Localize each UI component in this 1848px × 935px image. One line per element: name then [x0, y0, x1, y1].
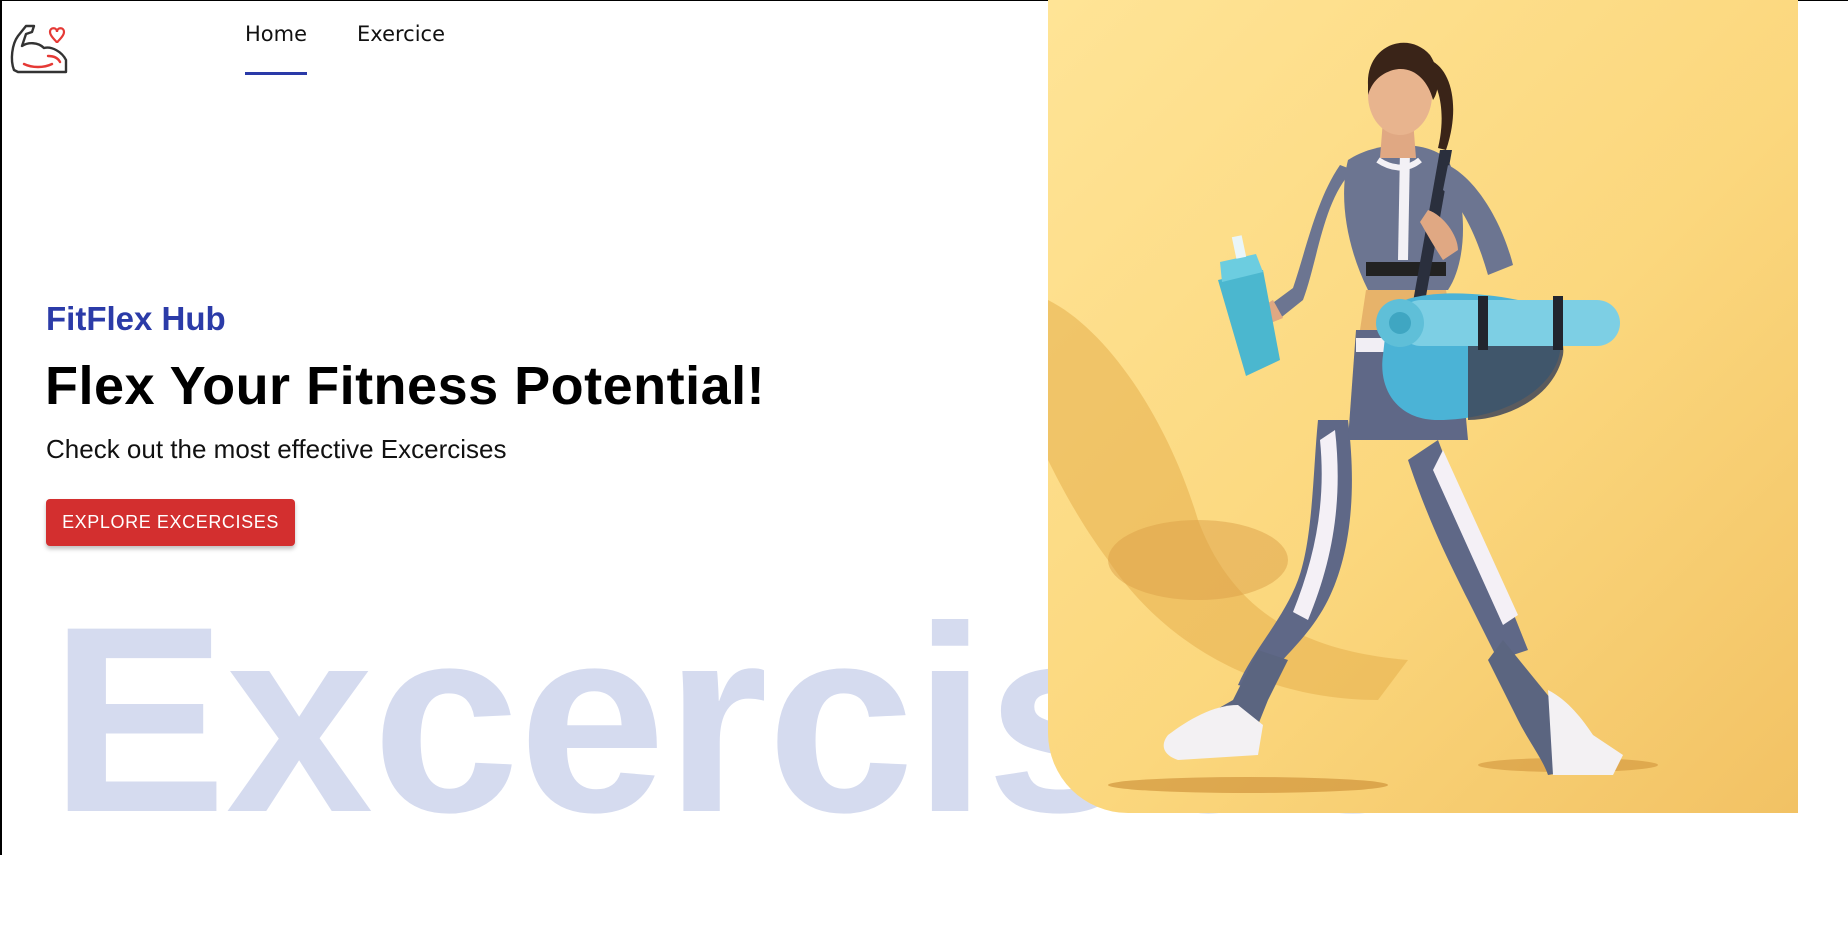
page-left-border — [0, 0, 2, 855]
hero-subline: Check out the most effective Excercises — [46, 434, 507, 464]
hero-image — [1048, 0, 1798, 813]
logo[interactable] — [8, 20, 70, 74]
brand-name: FitFlex Hub — [46, 300, 226, 337]
flexed-arm-heart-icon — [10, 24, 68, 74]
nav-exercice-link[interactable]: Exercice — [357, 18, 445, 78]
nav-home-link[interactable]: Home — [245, 18, 308, 78]
main-nav: Home Exercice — [245, 18, 445, 78]
athlete-illustration — [1048, 42, 1658, 793]
hero-headline: Flex Your Fitness Potential! — [45, 356, 766, 416]
explore-excercises-button[interactable]: EXPLORE EXCERCISES — [46, 499, 295, 546]
